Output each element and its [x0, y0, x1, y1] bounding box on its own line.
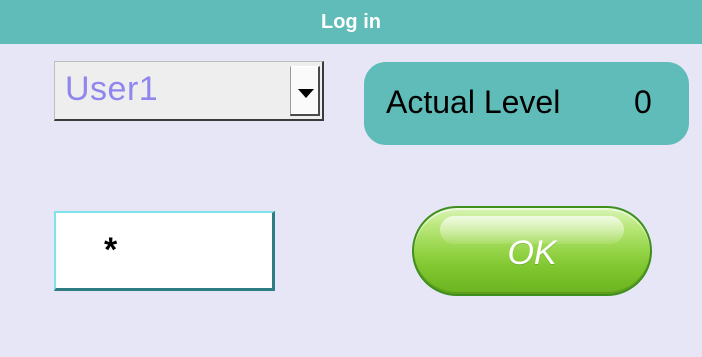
actual-level-label: Actual Level — [386, 84, 561, 120]
password-mask: * — [104, 231, 118, 269]
dropdown-button[interactable] — [290, 66, 320, 116]
actual-level-indicator: Actual Level 0 — [364, 62, 689, 145]
user-dropdown-value: User1 — [65, 70, 159, 108]
ok-button[interactable]: OK — [412, 206, 652, 296]
password-field[interactable]: * — [54, 211, 275, 291]
user-dropdown[interactable]: User1 — [54, 61, 324, 121]
window-title: Log in — [0, 0, 702, 44]
login-window: Log in User1 Actual Level 0 * OK — [0, 0, 702, 357]
ok-button-label: OK — [507, 234, 557, 272]
chevron-down-icon — [298, 89, 314, 98]
actual-level-value: 0 — [634, 84, 652, 120]
